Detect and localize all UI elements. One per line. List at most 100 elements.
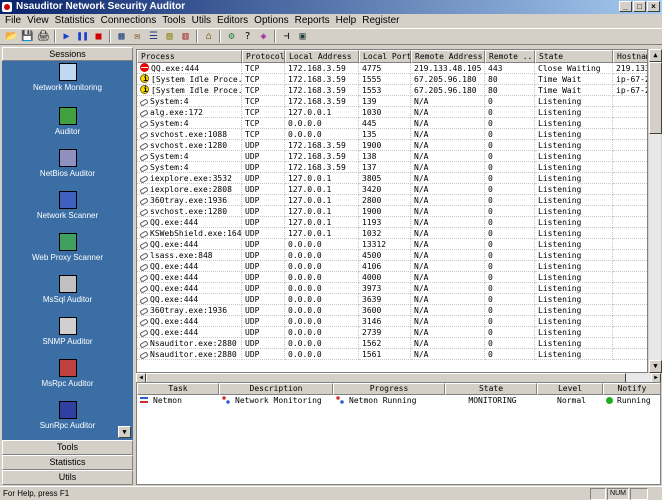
title-bar[interactable]: Nsauditor Network Security Auditor _ □ × bbox=[0, 0, 662, 14]
sidebar-item-network-scanner[interactable]: Network Scanner bbox=[2, 191, 133, 220]
utils-section-button[interactable]: Utils bbox=[2, 470, 133, 485]
column-header-local-address[interactable]: Local Address bbox=[285, 50, 359, 63]
tools-section-button[interactable]: Tools bbox=[2, 440, 133, 455]
table-row[interactable]: iexplore.exe:2808 UDP 127.0.0.1 3420 N/A 0 Lis… bbox=[137, 184, 647, 195]
table-row[interactable]: QQ.exe:444 UDP 0.0.0.0 3973 N/A 0 Listening bbox=[137, 283, 647, 294]
table-row[interactable]: System:4 TCP 172.168.3.59 139 N/A 0 Listening bbox=[137, 96, 647, 107]
table-row[interactable]: QQ.exe:444 UDP 0.0.0.0 3639 N/A 0 Listening bbox=[137, 294, 647, 305]
menu-view[interactable]: View bbox=[24, 14, 52, 28]
task-row[interactable]: Netmon Network Monitoring Netmon Running MO… bbox=[137, 395, 660, 406]
column-header-protocol[interactable]: Protocol bbox=[242, 50, 285, 63]
menu-file[interactable]: File bbox=[2, 14, 24, 28]
table-row[interactable]: svchost.exe:1088 TCP 0.0.0.0 135 N/A 0 Listeni… bbox=[137, 129, 647, 140]
vertical-scrollbar[interactable]: ▲ ▼ bbox=[648, 49, 662, 373]
column-header-remote-address[interactable]: Remote Address bbox=[411, 50, 485, 63]
sidebar-item-netbios-auditor[interactable]: NetBios Auditor bbox=[2, 149, 133, 178]
help-icon[interactable]: ? bbox=[240, 30, 255, 44]
close-button[interactable]: × bbox=[647, 1, 660, 12]
statistics-section-button[interactable]: Statistics bbox=[2, 455, 133, 470]
table-row[interactable]: 360tray.exe:1936 UDP 0.0.0.0 3600 N/A 0 Listen… bbox=[137, 305, 647, 316]
minimize-button[interactable]: _ bbox=[619, 1, 632, 12]
toolbar-separator bbox=[196, 30, 198, 43]
table-row[interactable]: System:4 UDP 172.168.3.59 137 N/A 0 Listening bbox=[137, 162, 647, 173]
task-column-header-progress[interactable]: Progress bbox=[333, 383, 445, 395]
play-icon[interactable]: ▶ bbox=[59, 30, 74, 44]
menu-help[interactable]: Help bbox=[333, 14, 360, 28]
table-cell: 0 bbox=[485, 96, 535, 107]
table-row[interactable]: svchost.exe:1280 UDP 127.0.0.1 1900 N/A 0 List… bbox=[137, 206, 647, 217]
menu-statistics[interactable]: Statistics bbox=[52, 14, 98, 28]
sessions-header[interactable]: Sessions bbox=[2, 47, 133, 61]
sidebar-item-snmp-auditor[interactable]: SNMP Auditor bbox=[2, 317, 133, 346]
task-column-header-description[interactable]: Description bbox=[219, 383, 333, 395]
table-row[interactable]: QQ.exe:444 UDP 0.0.0.0 3146 N/A 0 Listening bbox=[137, 316, 647, 327]
task-column-header-state[interactable]: State bbox=[445, 383, 537, 395]
open-icon[interactable]: 📂 bbox=[4, 30, 19, 44]
menu-editors[interactable]: Editors bbox=[214, 14, 251, 28]
task-column-header-task[interactable]: Task bbox=[137, 383, 219, 395]
task-column-header-notify[interactable]: Notify bbox=[603, 383, 660, 395]
pin-icon[interactable]: ⊣ bbox=[279, 30, 294, 44]
sidebar-item-network-monitoring[interactable]: Network Monitoring bbox=[2, 63, 133, 92]
table-row[interactable]: QQ.exe:444 UDP 0.0.0.0 4106 N/A 0 Listening bbox=[137, 261, 647, 272]
table-row[interactable]: alg.exe:172 TCP 127.0.0.1 1030 N/A 0 Listening bbox=[137, 107, 647, 118]
pause-icon[interactable]: ❚❚ bbox=[75, 30, 90, 44]
table-row[interactable]: System:4 TCP 0.0.0.0 445 N/A 0 Listening bbox=[137, 118, 647, 129]
column-header-remote-[interactable]: Remote ... bbox=[485, 50, 535, 63]
table-row[interactable]: lsass.exe:848 UDP 0.0.0.0 4500 N/A 0 Listening bbox=[137, 250, 647, 261]
tag-icon[interactable]: ◈ bbox=[256, 30, 271, 44]
table-row[interactable]: [System Idle Proce...TCP 172.168.3.59 1553… bbox=[137, 85, 647, 96]
column-header-process[interactable]: Process bbox=[137, 50, 242, 63]
cell-text: Listening bbox=[538, 240, 582, 249]
mail-icon[interactable]: ✉ bbox=[130, 30, 145, 44]
table-row[interactable]: svchost.exe:1280 UDP 172.168.3.59 1900 N/A 0 L… bbox=[137, 140, 647, 151]
chart-icon[interactable]: ▥ bbox=[178, 30, 193, 44]
terminal-icon[interactable]: ▣ bbox=[295, 30, 310, 44]
vertical-scroll-thumb[interactable] bbox=[649, 62, 662, 134]
table-row[interactable]: QQ.exe:444 TCP 172.168.3.59 4775 219.133.48.… bbox=[137, 63, 647, 74]
table-row[interactable]: QQ.exe:444 UDP 127.0.0.1 1193 N/A 0 Listening bbox=[137, 217, 647, 228]
sidebar-item-web-proxy-scanner[interactable]: Web Proxy Scanner bbox=[2, 233, 133, 262]
settings-icon[interactable]: ⚙ bbox=[224, 30, 239, 44]
app-icon[interactable] bbox=[2, 2, 12, 12]
menu-options[interactable]: Options bbox=[251, 14, 291, 28]
scroll-down-button[interactable]: ▼ bbox=[649, 360, 662, 373]
table-row[interactable]: QQ.exe:444 UDP 0.0.0.0 2739 N/A 0 Listening bbox=[137, 327, 647, 338]
menu-utils[interactable]: Utils bbox=[189, 14, 214, 28]
cell-text: 219.133.48.105 bbox=[414, 64, 482, 73]
table-row[interactable]: [System Idle Proce...TCP 172.168.3.59 1555… bbox=[137, 74, 647, 85]
column-header-hostname[interactable]: Hostname bbox=[613, 50, 647, 63]
maximize-button[interactable]: □ bbox=[633, 1, 646, 12]
save-icon[interactable]: 💾 bbox=[20, 30, 35, 44]
list-icon[interactable]: ☰ bbox=[146, 30, 161, 44]
home-icon[interactable]: ⌂ bbox=[201, 30, 216, 44]
table-row[interactable]: 360tray.exe:1936 UDP 127.0.0.1 2800 N/A 0 List… bbox=[137, 195, 647, 206]
table-cell bbox=[613, 250, 647, 261]
sidebar-item-sunrpc-auditor[interactable]: SunRpc Auditor bbox=[2, 401, 133, 430]
table-row[interactable]: System:4 UDP 172.168.3.59 138 N/A 0 Listening bbox=[137, 151, 647, 162]
column-header-state[interactable]: State bbox=[535, 50, 613, 63]
table-row[interactable]: Nsauditor.exe:2880 UDP 0.0.0.0 1562 N/A 0 List… bbox=[137, 338, 647, 349]
menu-connections[interactable]: Connections bbox=[98, 14, 160, 28]
table-row[interactable]: KSWebShield.exe:1648 UDP 127.0.0.1 1032 N/A 0… bbox=[137, 228, 647, 239]
task-column-header-level[interactable]: Level bbox=[537, 383, 603, 395]
sidebar-item-mssql-auditor[interactable]: MsSql Auditor bbox=[2, 275, 133, 304]
menu-reports[interactable]: Reports bbox=[292, 14, 333, 28]
sidebar-item-auditor[interactable]: Auditor bbox=[2, 107, 133, 136]
menu-register[interactable]: Register bbox=[359, 14, 402, 28]
table-row[interactable]: QQ.exe:444 UDP 0.0.0.0 13312 N/A 0 Listening bbox=[137, 239, 647, 250]
monitor-icon[interactable]: ▦ bbox=[114, 30, 129, 44]
stop-icon[interactable]: ■ bbox=[91, 30, 106, 44]
table-row[interactable]: Nsauditor.exe:2880 UDP 0.0.0.0 1561 N/A 0 List… bbox=[137, 349, 647, 360]
table-cell: N/A bbox=[411, 217, 485, 228]
sidebar-item-msrpc-auditor[interactable]: MsRpc Auditor bbox=[2, 359, 133, 388]
cell-text: TCP bbox=[245, 86, 260, 95]
menu-tools[interactable]: Tools bbox=[159, 14, 188, 28]
print-icon[interactable]: 🖨 bbox=[36, 30, 51, 44]
table-row[interactable]: iexplore.exe:3532 UDP 127.0.0.1 3805 N/A 0 Lis… bbox=[137, 173, 647, 184]
document-icon[interactable]: ▤ bbox=[162, 30, 177, 44]
table-cell: QQ.exe:444 bbox=[137, 217, 242, 228]
scroll-up-button[interactable]: ▲ bbox=[649, 49, 662, 62]
table-row[interactable]: QQ.exe:444 UDP 0.0.0.0 4000 N/A 0 Listening bbox=[137, 272, 647, 283]
column-header-local-port[interactable]: Local Port bbox=[359, 50, 411, 63]
